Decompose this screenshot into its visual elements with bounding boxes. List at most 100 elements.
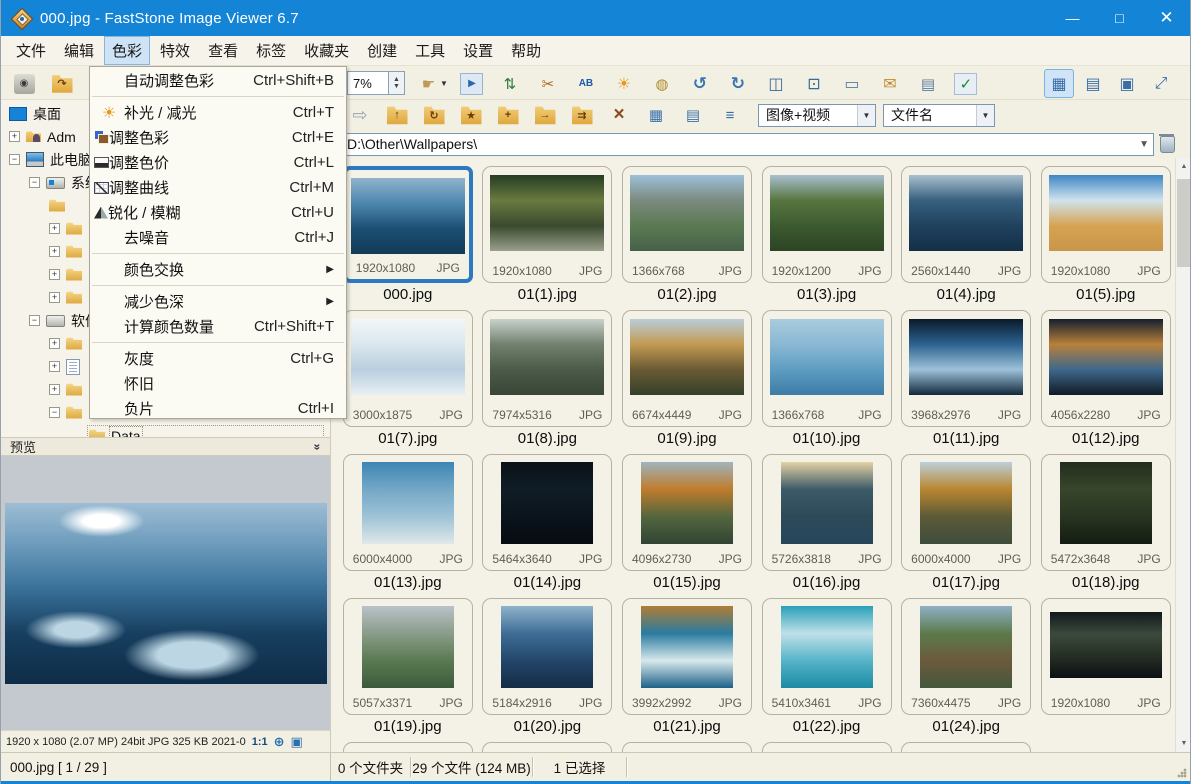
compare-images-button[interactable]: ◫	[761, 69, 791, 98]
email-button[interactable]: ✉	[875, 69, 905, 98]
path-input[interactable]: D:\Other\Wallpapers\ ▼	[339, 132, 1155, 156]
scroll-up-icon[interactable]: ▲	[1176, 158, 1190, 175]
move-to-button[interactable]: ⇉	[567, 101, 597, 130]
tree-item-data[interactable]: Data	[1, 424, 330, 437]
layout-list-button[interactable]: ≡	[715, 101, 745, 130]
vertical-scrollbar[interactable]: ▲ ▼	[1175, 158, 1190, 752]
menu-item[interactable]: 减少色深 ▶	[90, 289, 346, 314]
thumbnail-card[interactable]: 1920x1200 JPG	[761, 166, 892, 283]
view-fullscreen-button[interactable]: ⤢	[1146, 69, 1176, 98]
chevron-down-icon[interactable]: ▼	[976, 104, 994, 126]
minimize-button[interactable]: —	[1049, 0, 1096, 36]
menubar-item[interactable]: 工具	[407, 36, 453, 65]
crop-button[interactable]: ✂	[533, 69, 563, 98]
thumbnail-card[interactable]: 5726x3818 JPG	[761, 454, 892, 571]
thumbnail-card[interactable]: 1920x1080 JPG	[482, 166, 613, 283]
scan-button[interactable]: ▭	[837, 69, 867, 98]
thumbnail-card[interactable]: 6000x4000 JPG	[342, 454, 473, 571]
menubar-item[interactable]: 帮助	[503, 36, 549, 65]
expander-plus-icon[interactable]: +	[49, 338, 60, 349]
thumbnail-card[interactable]: 1366x768 JPG	[621, 166, 752, 283]
slideshow-button[interactable]: ▶	[457, 69, 487, 98]
menu-item[interactable]: 调整色彩 Ctrl+E	[90, 125, 346, 150]
collapse-chevron-icon[interactable]: »	[311, 443, 325, 450]
thumbnail-card[interactable]: 3992x2992 JPG	[621, 598, 752, 715]
pan-icon[interactable]: ⊕	[274, 734, 285, 750]
rotate-left-button[interactable]: ↺	[685, 69, 715, 98]
thumbnail-card[interactable]: 5464x3640 JPG	[482, 454, 613, 571]
thumbnail-card[interactable]: 1366x768 JPG	[761, 310, 892, 427]
zoom-combo[interactable]: 7% ▲ ▼	[347, 71, 405, 95]
menubar-item[interactable]: 色彩	[104, 36, 151, 65]
delete-button[interactable]: ×	[604, 101, 634, 130]
sort-combo[interactable]: 文件名 ▼	[883, 103, 995, 127]
thumbnail-card[interactable]: 1920x1080 JPG	[1040, 166, 1171, 283]
forward-button[interactable]: ⇨	[345, 101, 375, 130]
expander-plus-icon[interactable]: +	[9, 131, 20, 142]
thumbnail-card[interactable]: 4056x2280 JPG	[1040, 310, 1171, 427]
folder-up-button[interactable]: ↑	[382, 101, 412, 130]
menu-item[interactable]: 怀旧	[90, 371, 346, 396]
thumbnail-card[interactable]: 7360x4475 JPG	[901, 598, 1032, 715]
menubar-item[interactable]: 标签	[248, 36, 294, 65]
maximize-button[interactable]: □	[1096, 0, 1143, 36]
menubar-item[interactable]: 设置	[455, 36, 501, 65]
menu-item[interactable]: 计算颜色数量 Ctrl+Shift+T	[90, 314, 346, 339]
thumbnail-card[interactable]: 4096x2730 JPG	[621, 454, 752, 571]
menu-item[interactable]: 调整曲线 Ctrl+M	[90, 175, 346, 200]
expander-minus-icon[interactable]: −	[9, 154, 20, 165]
menu-item[interactable]: 负片 Ctrl+I	[90, 396, 346, 421]
scroll-down-icon[interactable]: ▼	[1176, 735, 1190, 752]
expander-minus-icon[interactable]: −	[29, 177, 40, 188]
menubar-item[interactable]: 特效	[152, 36, 198, 65]
expander-plus-icon[interactable]: +	[49, 269, 60, 280]
thumbnail-card[interactable]: 3968x2976 JPG	[901, 310, 1032, 427]
zoom-value[interactable]: 7%	[347, 71, 389, 95]
rotate-right-button[interactable]: ↻	[723, 69, 753, 98]
thumbnail-card[interactable]: 3000x1875 JPG	[342, 310, 473, 427]
menu-item[interactable]: 去噪音 Ctrl+J	[90, 225, 346, 250]
thumbnail-card[interactable]: 2560x1440 JPG	[901, 166, 1032, 283]
expander-minus-icon[interactable]: −	[49, 407, 60, 418]
thumbnail-card[interactable]: 5184x2916 JPG	[482, 598, 613, 715]
hand-pan-button[interactable]: ☛ ▼	[417, 69, 449, 98]
refresh-button[interactable]: ↻	[419, 101, 449, 130]
menu-item[interactable]: 自动调整色彩 Ctrl+Shift+B	[90, 68, 346, 93]
copy-to-button[interactable]: →	[530, 101, 560, 130]
print-button[interactable]: ▤	[913, 69, 943, 98]
expander-plus-icon[interactable]: +	[49, 223, 60, 234]
thumbnail-card[interactable]: 1920x1080 JPG	[1040, 598, 1171, 715]
chevron-down-icon[interactable]: ▼	[857, 104, 875, 126]
adjust-lighting-button[interactable]: ☀	[609, 69, 639, 98]
expander-minus-icon[interactable]: −	[29, 315, 40, 326]
view-details-button[interactable]: ▤	[1078, 69, 1108, 98]
view-preview-button[interactable]: ▣	[1112, 69, 1142, 98]
settings-button[interactable]: ✓	[951, 69, 981, 98]
expander-plus-icon[interactable]: +	[49, 292, 60, 303]
layout-details-button[interactable]: ▤	[678, 101, 708, 130]
scrollbar-thumb[interactable]	[1177, 179, 1190, 267]
new-folder-button[interactable]: +	[493, 101, 523, 130]
menubar-item[interactable]: 创建	[359, 36, 405, 65]
thumbnail-card[interactable]: 5410x3461 JPG	[761, 598, 892, 715]
menu-item[interactable]: ☀ 补光 / 减光 Ctrl+T	[90, 100, 346, 125]
expander-plus-icon[interactable]: +	[49, 361, 60, 372]
chevron-down-icon[interactable]: ▼	[1135, 139, 1153, 150]
close-button[interactable]: ✕	[1143, 0, 1190, 36]
fit-window-icon[interactable]: ▣	[291, 734, 303, 750]
favorites-button[interactable]: ★	[456, 101, 486, 130]
thumbnail-card[interactable]: 5057x3371 JPG	[342, 598, 473, 715]
view-thumbnails-button[interactable]: ▦	[1044, 69, 1074, 98]
menu-item[interactable]: 锐化 / 模糊 Ctrl+U	[90, 200, 346, 225]
menu-item[interactable]: 灰度 Ctrl+G	[90, 346, 346, 371]
external-screen-button[interactable]: ⊡	[799, 69, 829, 98]
zoom-spinner[interactable]: ▲ ▼	[389, 71, 405, 95]
acquire-photos-button[interactable]: ◉	[9, 69, 39, 98]
thumbnail-card[interactable]: 6000x4000 JPG	[901, 454, 1032, 571]
thumbnail-card[interactable]: 1920x1080 JPG	[342, 166, 473, 283]
layout-thumbnails-button[interactable]: ▦	[641, 101, 671, 130]
zoom-100-button[interactable]: 1:1	[252, 736, 268, 748]
menubar-item[interactable]: 查看	[200, 36, 246, 65]
batch-convert-button[interactable]: ⇅	[495, 69, 525, 98]
thumbnail-card[interactable]: 6674x4449 JPG	[621, 310, 752, 427]
